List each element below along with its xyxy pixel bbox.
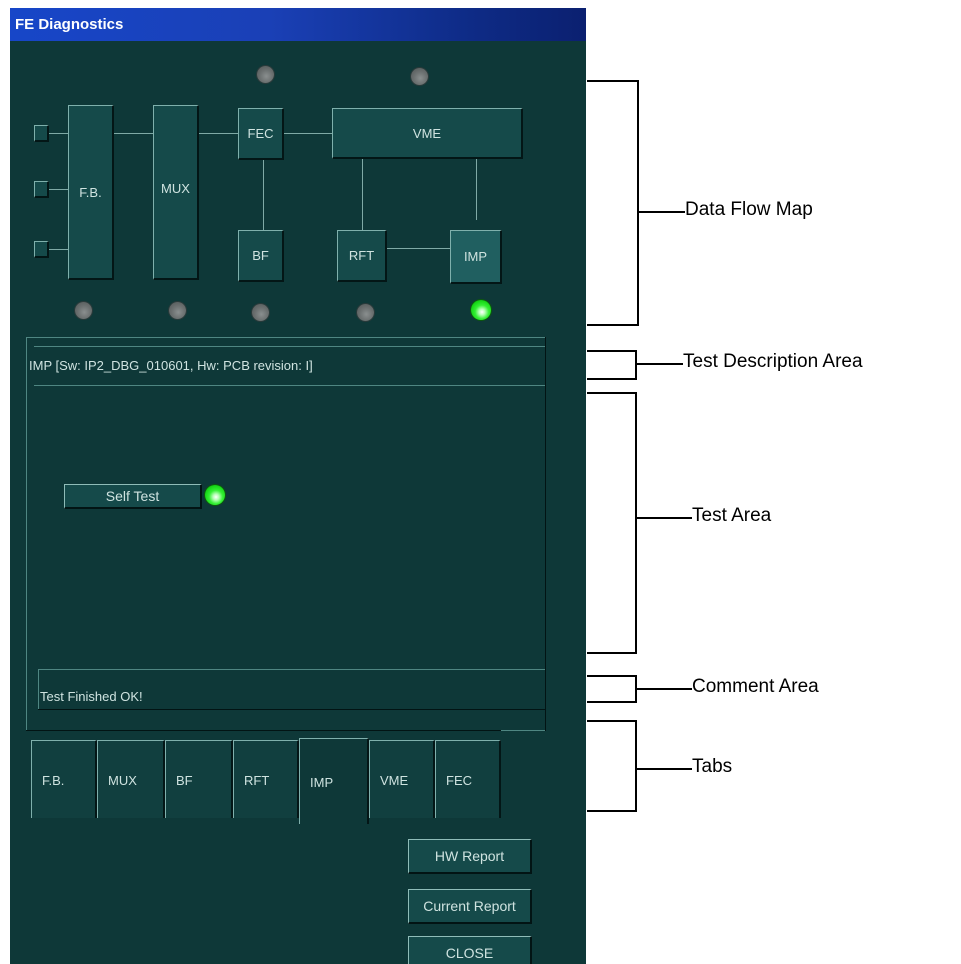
comment-text: Test Finished OK!	[40, 689, 143, 704]
node-fb[interactable]: F.B.	[68, 105, 114, 280]
fb-input-1[interactable]	[34, 125, 49, 142]
vme-status-led	[411, 68, 428, 85]
node-rft[interactable]: RFT	[337, 230, 387, 282]
test-description-text: IMP [Sw: IP2_DBG_010601, Hw: PCB revisio…	[29, 358, 313, 373]
annotation-comment-area-label: Comment Area	[692, 676, 819, 697]
fb-status-led	[75, 302, 92, 319]
current-report-button[interactable]: Current Report	[408, 889, 532, 924]
fb-input-2[interactable]	[34, 181, 49, 198]
annotation-tabs-label: Tabs	[692, 756, 733, 777]
rft-status-led	[357, 304, 374, 321]
tab-fec[interactable]: FEC	[435, 740, 501, 818]
node-fec[interactable]: FEC	[238, 108, 284, 160]
window-title: FE Diagnostics	[15, 16, 124, 33]
node-bf[interactable]: BF	[238, 230, 284, 282]
fe-diagnostics-window: FE Diagnostics F.B. MUX FEC VME BF RFT I…	[10, 8, 586, 964]
tab-bf[interactable]: BF	[165, 740, 233, 818]
self-test-status-led	[205, 485, 225, 505]
tab-rft[interactable]: RFT	[233, 740, 299, 818]
hw-report-button[interactable]: HW Report	[408, 839, 532, 874]
self-test-button[interactable]: Self Test	[64, 484, 202, 509]
tab-mux[interactable]: MUX	[97, 740, 165, 818]
annotation-test-area-label: Test Area	[692, 505, 772, 526]
tab-fb[interactable]: F.B.	[31, 740, 97, 818]
fec-status-led	[257, 66, 274, 83]
node-vme[interactable]: VME	[332, 108, 523, 159]
imp-status-led	[471, 300, 491, 320]
tab-vme[interactable]: VME	[369, 740, 435, 818]
bf-status-led	[252, 304, 269, 321]
mux-status-led	[169, 302, 186, 319]
close-button[interactable]: CLOSE	[408, 936, 532, 964]
tab-imp[interactable]: IMP	[299, 738, 369, 824]
fb-input-3[interactable]	[34, 241, 49, 258]
annotation-test-description-label: Test Description Area	[683, 351, 863, 372]
title-bar: FE Diagnostics	[10, 8, 586, 41]
annotation-data-flow-map-label: Data Flow Map	[685, 199, 813, 220]
node-imp[interactable]: IMP	[450, 230, 502, 284]
node-mux[interactable]: MUX	[153, 105, 199, 280]
